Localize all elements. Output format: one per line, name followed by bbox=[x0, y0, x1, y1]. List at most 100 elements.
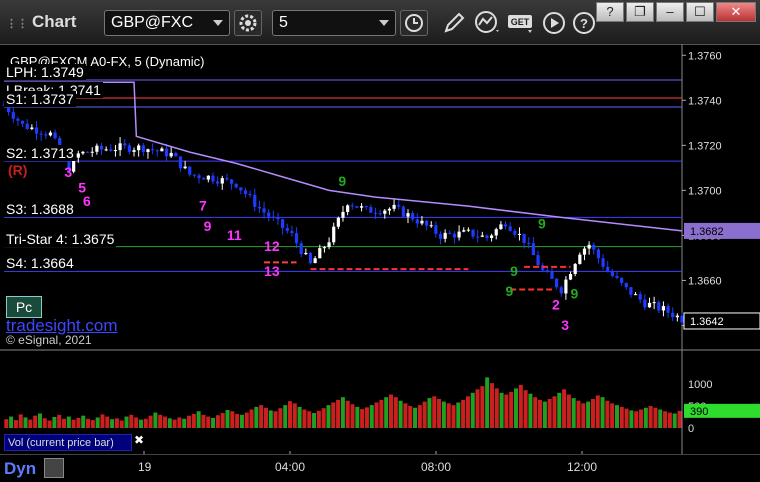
volume-bar bbox=[643, 407, 648, 428]
volume-bar bbox=[403, 403, 408, 428]
volume-bar bbox=[648, 406, 653, 428]
level-label: S4: 1.3664 bbox=[4, 255, 76, 272]
level-label: Tri-Star 4: 1.3675 bbox=[4, 230, 117, 247]
lock-icon[interactable] bbox=[44, 458, 64, 478]
candle-body bbox=[174, 152, 178, 157]
candle-body bbox=[99, 145, 104, 150]
volume-bar bbox=[355, 406, 360, 428]
volume-bar bbox=[489, 383, 494, 428]
chart-icon[interactable] bbox=[472, 10, 504, 36]
volume-bar bbox=[28, 419, 33, 428]
candle-body bbox=[104, 149, 108, 151]
candle-body bbox=[527, 242, 531, 244]
candle-body bbox=[610, 271, 614, 276]
volume-last-label: 390 bbox=[690, 406, 708, 418]
minimize-icon[interactable]: – bbox=[656, 2, 684, 22]
volume-bar bbox=[33, 415, 38, 428]
symbol-selector[interactable]: GBP@FXC bbox=[104, 10, 230, 36]
volume-bar bbox=[518, 384, 523, 428]
copyright: © eSignal, 2021 bbox=[6, 333, 92, 347]
candle-body bbox=[415, 219, 419, 224]
candle-body bbox=[429, 225, 433, 227]
candle-body bbox=[536, 255, 540, 266]
volume-bar bbox=[393, 397, 398, 428]
volume-bar bbox=[600, 397, 605, 428]
candle-body bbox=[211, 175, 215, 182]
volume-bar bbox=[523, 390, 528, 428]
candle-body bbox=[322, 247, 327, 249]
candle-body bbox=[350, 205, 354, 207]
volume-bar bbox=[514, 388, 519, 428]
candle-body bbox=[299, 243, 303, 255]
candle-body bbox=[118, 143, 122, 151]
dyn-button[interactable]: Dyn bbox=[4, 459, 36, 479]
candle-body bbox=[564, 279, 568, 294]
volume-bar bbox=[369, 405, 374, 428]
candle-body bbox=[355, 206, 359, 208]
help-icon[interactable]: ? bbox=[596, 2, 624, 22]
signal-dashes bbox=[264, 261, 571, 291]
annotations: 356 791112139999239 bbox=[64, 164, 578, 333]
clock-icon[interactable] bbox=[400, 10, 428, 36]
volume-bar bbox=[182, 418, 187, 428]
volume-bar bbox=[562, 389, 567, 428]
candle-body bbox=[11, 112, 15, 119]
drag-handle-icon[interactable]: ⋮⋮ bbox=[6, 18, 28, 30]
pencil-icon[interactable] bbox=[440, 10, 468, 36]
candle-body bbox=[109, 149, 113, 151]
restore-icon[interactable]: ❐ bbox=[626, 2, 654, 22]
candle-body bbox=[206, 175, 210, 180]
volume-bar bbox=[201, 414, 206, 428]
volume-bar bbox=[148, 415, 153, 428]
volume-bar bbox=[542, 401, 547, 428]
gear-icon[interactable] bbox=[234, 10, 262, 36]
chevron-down-icon[interactable] bbox=[379, 20, 389, 26]
candle-body bbox=[401, 206, 405, 217]
candle-body bbox=[592, 244, 596, 250]
volume-bar bbox=[432, 396, 437, 428]
candle-body bbox=[290, 230, 294, 234]
volume-bar bbox=[605, 400, 610, 428]
candle-body bbox=[499, 224, 503, 230]
y-tick-label: 1.3740 bbox=[688, 95, 722, 107]
price-chart[interactable]: 356 791112139999239 1.37601.37401.37201.3… bbox=[0, 44, 760, 454]
candle-body bbox=[657, 302, 661, 311]
chevron-down-icon[interactable] bbox=[213, 20, 223, 26]
close-icon[interactable]: ✕ bbox=[716, 2, 756, 22]
y-tick-label: 1.3660 bbox=[688, 275, 722, 287]
maximize-icon[interactable]: ☐ bbox=[686, 2, 714, 22]
volume-bar bbox=[76, 417, 81, 428]
get-icon[interactable]: GET bbox=[506, 10, 536, 36]
volume-bar bbox=[110, 419, 115, 428]
volume-bar bbox=[162, 416, 167, 428]
interval-selector[interactable]: 5 bbox=[272, 10, 396, 36]
candle-body bbox=[359, 206, 364, 208]
candle-body bbox=[578, 254, 582, 264]
volume-bar bbox=[475, 389, 480, 428]
candle-body bbox=[146, 149, 150, 153]
candle-body bbox=[127, 145, 131, 152]
volume-bar bbox=[62, 418, 67, 428]
app-title: ⋮⋮ Chart bbox=[6, 12, 76, 32]
candle-body bbox=[485, 235, 489, 238]
close-icon[interactable]: ✖ bbox=[134, 433, 144, 447]
candle-body bbox=[346, 205, 350, 212]
volume-bar bbox=[37, 413, 42, 428]
pc-button[interactable]: Pc bbox=[6, 296, 42, 318]
candle-body bbox=[443, 232, 447, 239]
play-icon[interactable] bbox=[540, 10, 568, 36]
candle-body bbox=[671, 312, 675, 318]
window-title: Chart bbox=[32, 12, 77, 31]
volume-bar bbox=[321, 408, 326, 428]
candle-body bbox=[480, 235, 484, 237]
x-tick-label: 04:00 bbox=[275, 460, 306, 474]
help-icon[interactable]: ? bbox=[570, 10, 598, 36]
candle-body bbox=[281, 219, 285, 229]
volume-bar bbox=[663, 411, 668, 428]
volume-bar bbox=[143, 418, 148, 428]
sequence-count-label: 12 bbox=[264, 238, 280, 254]
candle-body bbox=[151, 149, 155, 151]
candle-body bbox=[276, 217, 280, 220]
candle-body bbox=[48, 132, 53, 136]
volume-bar bbox=[451, 405, 456, 428]
